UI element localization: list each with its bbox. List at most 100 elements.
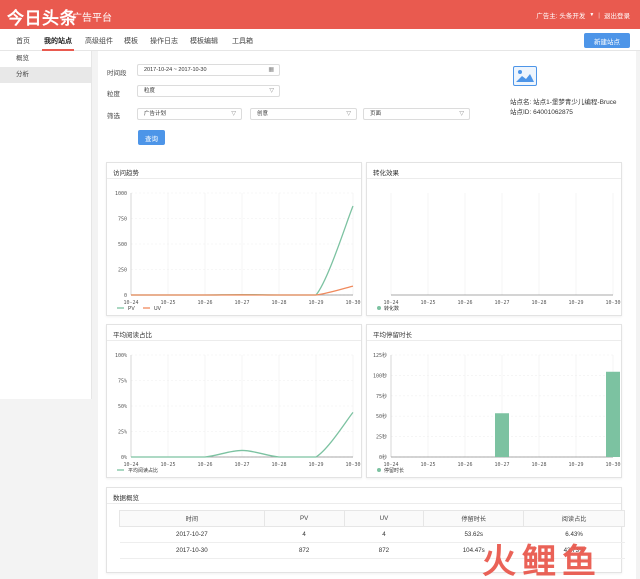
col-uv[interactable]: UV [343, 510, 425, 527]
y-tick-label: 25秒 [376, 434, 387, 441]
x-tick-label: 10-26 [197, 300, 212, 306]
cell-time: 2017-10-30 [119, 542, 265, 559]
y-tick-label: 500 [118, 242, 127, 248]
y-tick-label: 0秒 [379, 454, 387, 461]
y-tick-label: 100秒 [373, 372, 387, 379]
date-range-picker[interactable]: 2017-10-24 ~ 2017-10-30 ▦ [137, 64, 280, 76]
visit-trend-chart: 1000750500250010-24 10-25 10-26 10-27 10-28 1… [115, 191, 361, 312]
x-tick-label: 10-25 [160, 462, 175, 468]
visit-trend-title: 访问趋势 [113, 170, 139, 177]
y-tick-label: 100% [115, 353, 127, 359]
x-tick-label: 10-26 [197, 462, 212, 468]
query-button[interactable]: 查询 [138, 130, 165, 145]
x-tick-label: 10-30 [605, 300, 620, 306]
y-tick-label: 25% [118, 430, 127, 436]
filter-icon: ▽ [346, 111, 351, 117]
legend-label: 平均阅读占比 [128, 467, 158, 474]
col-read-ratio[interactable]: 阅读占比 [523, 510, 625, 527]
site-id-row: 站点ID: 64001062875 [510, 106, 573, 116]
nav-toolbox[interactable]: 工具箱 [232, 36, 253, 46]
nav-home[interactable]: 首页 [16, 36, 30, 46]
nav-my-sites[interactable]: 我的站点 [44, 36, 72, 46]
y-tick-label: 125秒 [373, 352, 387, 359]
granularity-value: 粒度 [144, 88, 156, 94]
x-tick-label: 10-28 [531, 300, 546, 306]
x-tick-label: 10-25 [420, 300, 435, 306]
x-tick-label: 10-28 [531, 462, 546, 468]
x-tick-label: 10-27 [234, 462, 249, 468]
y-tick-label: 75秒 [376, 393, 387, 400]
col-pv[interactable]: PV [263, 510, 345, 527]
site-id-label: 站点ID: [510, 109, 532, 116]
period-label: 时间段 [107, 70, 127, 77]
x-tick-label: 10-27 [234, 300, 249, 306]
cell-uv: 872 [344, 542, 424, 559]
table-header-row: 时间 PV UV 停留时长 阅读占比 [119, 510, 625, 527]
legend-swatch [377, 468, 381, 472]
account-area: 广告主: 头条开发 ▼ | 退出登录 [536, 10, 630, 21]
advertiser-dropdown[interactable]: 广告主: 头条开发 [536, 10, 585, 20]
ad-plan-select[interactable]: 广告计划 ▽ [137, 108, 242, 120]
top-bar: 今日头条 广告平台 广告主: 头条开发 ▼ | 退出登录 [0, 0, 640, 29]
watermark-logo: 火鲤鱼 [482, 542, 602, 579]
sidebar-item-analysis[interactable]: 分析 [0, 67, 91, 83]
conversion-title: 转化效果 [373, 170, 399, 177]
x-tick-label: 10-25 [420, 462, 435, 468]
site-name-label: 站点名: [510, 99, 532, 106]
creative-value: 创意 [257, 111, 269, 117]
visit-trend-card: 访问趋势 1000 750 500 250 0 10-24 10-25 10-26 10-27 1… [106, 162, 362, 316]
sidebar: 概览 分析 [0, 51, 92, 399]
granularity-select[interactable]: 粒度 ▽ [137, 85, 280, 97]
avg-read-ratio-chart: 100%75%50%25%0%10-24 10-25 10-26 10-27 10-28… [115, 353, 361, 474]
bar [495, 413, 509, 457]
x-tick-label: 10-30 [345, 462, 360, 468]
image-placeholder-icon [516, 70, 534, 82]
chevron-down-icon[interactable]: ▼ [589, 12, 594, 18]
x-tick-label: 10-25 [160, 300, 175, 306]
nav-templates[interactable]: 模板 [124, 36, 138, 46]
avg-read-ratio-card: 平均阅读占比 100% 75% 50% 25% 0% 10-24 10-25 10-26 10-… [106, 324, 362, 478]
x-tick-label: 10-28 [271, 300, 286, 306]
x-tick-label: 10-26 [457, 462, 472, 468]
conversion-chart: 10-24 10-25 10-26 10-27 10-28 10-29 10-30转化数 [377, 193, 621, 312]
y-tick-label: 50% [118, 404, 127, 410]
nav-operation-log[interactable]: 操作日志 [150, 36, 178, 46]
cell-pv: 872 [264, 542, 345, 559]
main-content: 时间段 2017-10-24 ~ 2017-10-30 ▦ 粒度 粒度 ▽ 筛选… [98, 51, 636, 579]
y-tick-label: 0 [124, 293, 127, 299]
col-time[interactable]: 时间 [119, 510, 265, 527]
ad-plan-value: 广告计划 [144, 111, 167, 117]
x-tick-label: 10-29 [568, 462, 583, 468]
legend-label: UV [154, 306, 162, 312]
page-select[interactable]: 页面 ▽ [363, 108, 470, 120]
avg-stay-card: 平均停留时长 125秒 100秒 75秒 50秒 25秒 0秒 10-24 10-25 10-2… [366, 324, 622, 478]
site-id-value: 64001062875 [533, 109, 573, 116]
cell-uv: 4 [344, 526, 424, 543]
logout-link[interactable]: 退出登录 [604, 10, 630, 20]
site-name-value: 站点1-堡梦青少儿编程-Bruce [533, 99, 617, 106]
y-tick-label: 250 [118, 268, 127, 274]
sidebar-item-overview[interactable]: 概览 [0, 51, 91, 67]
y-tick-label: 75% [118, 379, 127, 385]
legend-label: 停留时长 [384, 467, 404, 474]
new-site-button[interactable]: 新建站点 [584, 33, 630, 48]
conversion-card: 转化效果 10-24 10-25 10-26 10-27 10-28 10-29 10-30… [366, 162, 622, 316]
divider [107, 503, 621, 504]
legend-label: 转化数 [384, 305, 399, 312]
legend-swatch [377, 306, 381, 310]
col-stay[interactable]: 停留时长 [423, 510, 525, 527]
cell-pv: 4 [264, 526, 345, 543]
nav-advanced-components[interactable]: 高级组件 [85, 36, 113, 46]
data-overview-title: 数据概览 [113, 495, 139, 502]
x-tick-label: 10-27 [494, 300, 509, 306]
nav-template-editor[interactable]: 模板编辑 [190, 36, 218, 46]
x-tick-label: 10-29 [308, 300, 323, 306]
filter-icon: ▽ [231, 111, 236, 117]
calendar-icon: ▦ [268, 67, 274, 73]
filter-icon: ▽ [459, 111, 464, 117]
x-tick-label: 10-26 [457, 300, 472, 306]
avg-stay-title: 平均停留时长 [373, 332, 412, 339]
creative-select[interactable]: 创意 ▽ [250, 108, 357, 120]
brand-logo[interactable]: 今日头条 [7, 4, 77, 29]
divider: | [598, 11, 600, 19]
